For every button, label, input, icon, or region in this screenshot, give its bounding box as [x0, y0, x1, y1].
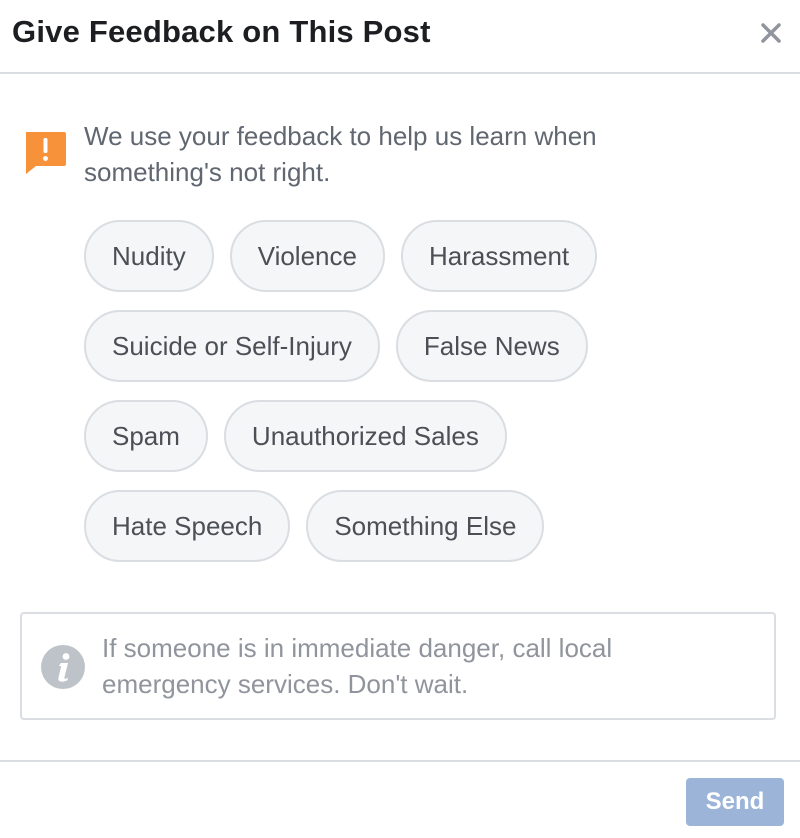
info-icon: [40, 644, 86, 690]
options-row: Suicide or Self-Injury False News: [84, 310, 784, 382]
send-button[interactable]: Send: [686, 778, 784, 826]
option-harassment-button[interactable]: Harassment: [400, 220, 598, 292]
options-row: Nudity Violence Harassment: [84, 220, 784, 292]
option-spam-button[interactable]: Spam: [84, 400, 208, 472]
option-violence-button[interactable]: Violence: [229, 220, 385, 292]
option-hate-speech-button[interactable]: Hate Speech: [84, 490, 291, 562]
alert-icon: [22, 130, 68, 176]
dialog-title: Give Feedback on This Post: [12, 14, 431, 49]
feedback-dialog: Give Feedback on This Post We use your f…: [0, 0, 800, 838]
option-suicide-or-self-injury-button[interactable]: Suicide or Self-Injury: [84, 310, 380, 382]
option-something-else-button[interactable]: Something Else: [306, 490, 545, 562]
emergency-info-text: If someone is in immediate danger, call …: [102, 633, 613, 699]
emergency-info-box: If someone is in immediate danger, call …: [20, 612, 776, 720]
feedback-options: Nudity Violence Harassment Suicide or Self-…: [84, 220, 784, 580]
option-false-news-button[interactable]: False News: [395, 310, 588, 382]
dialog-footer: Send: [0, 760, 800, 838]
options-row: Hate Speech Something Else: [84, 490, 784, 562]
dialog-header: Give Feedback on This Post: [0, 0, 800, 74]
close-icon[interactable]: [758, 20, 784, 46]
option-unauthorized-sales-button[interactable]: Unauthorized Sales: [223, 400, 507, 472]
options-row: Spam Unauthorized Sales: [84, 400, 784, 472]
notice-text: We use your feedback to help us learn wh…: [84, 121, 597, 187]
option-nudity-button[interactable]: Nudity: [84, 220, 214, 292]
